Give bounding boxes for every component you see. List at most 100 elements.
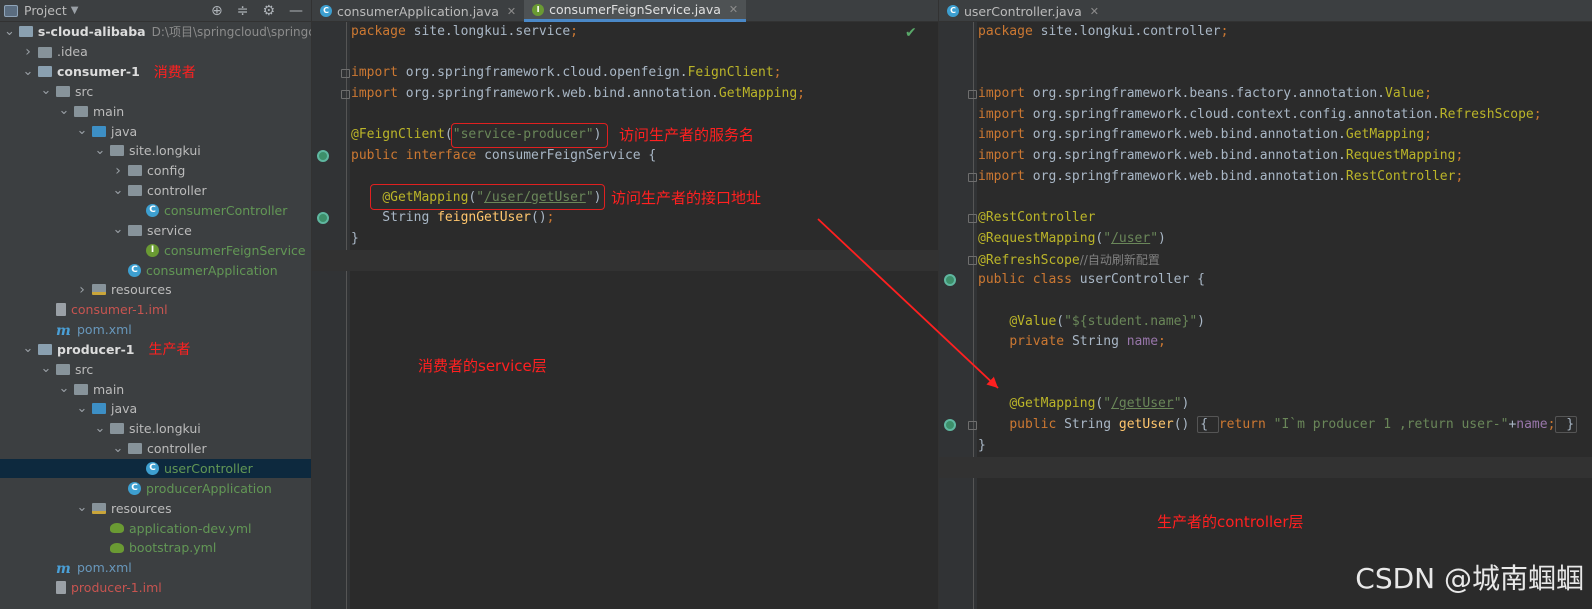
code-line: @RestController xyxy=(978,208,1592,229)
java-class-icon: C xyxy=(146,461,159,475)
fold-icon[interactable] xyxy=(968,255,977,265)
java-interface-icon: I xyxy=(532,3,545,16)
chevron-right-icon[interactable]: › xyxy=(112,163,124,179)
tree-item[interactable]: ⌄ site.longkui xyxy=(0,141,311,161)
chevron-down-icon[interactable]: ⌄ xyxy=(94,422,106,435)
code-line: import org.springframework.cloud.context… xyxy=(978,105,1592,126)
java-class-icon: C xyxy=(146,204,159,218)
hide-icon[interactable]: — xyxy=(289,3,303,19)
annotation-module-role: 消费者 xyxy=(153,64,196,81)
tree-item[interactable]: ⌄ consumer-1 消费者 xyxy=(0,62,311,82)
tree-item[interactable]: ⌄ resources xyxy=(0,498,311,518)
code-token: import xyxy=(978,127,1033,143)
code-line: import org.springframework.beans.factory… xyxy=(978,84,1592,105)
fold-icon[interactable] xyxy=(968,214,977,224)
tree-item[interactable]: CproducerApplication xyxy=(0,478,311,498)
gear-icon[interactable]: ⚙ xyxy=(262,3,275,19)
fold-icon[interactable] xyxy=(968,172,977,182)
project-title[interactable]: Project xyxy=(24,3,67,18)
code-token: //自动刷新配置 xyxy=(1079,252,1160,267)
code-token: private xyxy=(1009,334,1072,350)
code-line: @Value("${student.name}") xyxy=(978,312,1592,333)
tree-item[interactable]: ⌄ s-cloud-alibaba D:\项目\springcloud\spring… xyxy=(0,22,311,42)
code-token: ; xyxy=(1455,168,1464,184)
resources-folder-icon xyxy=(92,284,106,296)
tree-item[interactable]: IconsumerFeignService xyxy=(0,240,311,260)
tree-item[interactable]: m pom.xml xyxy=(0,320,311,340)
tree-item[interactable]: ⌄ producer-1 生产者 xyxy=(0,340,311,360)
chevron-down-icon[interactable]: ⌄ xyxy=(76,124,88,137)
code-token: ; xyxy=(1158,334,1166,350)
chevron-down-icon[interactable]: ⌄ xyxy=(112,442,124,455)
tree-item[interactable]: application-dev.yml xyxy=(0,518,311,538)
code-line: String feignGetUser(); xyxy=(351,208,938,229)
collapse-all-icon[interactable]: ≑ xyxy=(237,3,249,19)
chevron-down-icon[interactable]: ▼ xyxy=(71,5,79,16)
close-icon[interactable]: ✕ xyxy=(1090,5,1099,18)
code-token: " xyxy=(1103,230,1112,246)
tree-item[interactable]: consumer-1.iml xyxy=(0,300,311,320)
tree-item-label: resources xyxy=(111,282,172,298)
tree-item-label: service xyxy=(147,222,192,238)
chevron-down-icon[interactable]: ⌄ xyxy=(58,382,70,395)
tree-item[interactable]: ⌄ site.longkui xyxy=(0,419,311,439)
chevron-down-icon[interactable]: ⌄ xyxy=(40,362,52,375)
tree-item[interactable]: ⌄ src xyxy=(0,82,311,102)
chevron-down-icon[interactable]: ⌄ xyxy=(112,184,124,197)
editor-tabbar: CuserController.java ✕ xyxy=(939,0,1592,22)
tree-item[interactable]: ⌄ main xyxy=(0,379,311,399)
tree-item[interactable]: ⌄ controller xyxy=(0,439,311,459)
code-token: () xyxy=(531,210,547,226)
tree-item[interactable]: ⌄ main xyxy=(0,101,311,121)
tree-item[interactable]: ⌄ controller xyxy=(0,181,311,201)
chevron-down-icon[interactable]: ⌄ xyxy=(40,84,52,97)
tree-item[interactable]: CconsumerApplication xyxy=(0,260,311,280)
chevron-down-icon[interactable]: ⌄ xyxy=(22,342,34,355)
tree-item[interactable]: ⌄ java xyxy=(0,121,311,141)
tree-item[interactable]: ⌄ service xyxy=(0,220,311,240)
chevron-down-icon[interactable]: ⌄ xyxy=(22,65,34,78)
chevron-right-icon[interactable]: › xyxy=(22,44,34,60)
editor-tab[interactable]: CuserController.java ✕ xyxy=(939,0,1107,22)
chevron-down-icon[interactable]: ⌄ xyxy=(58,104,70,117)
code-line: @RefreshScope//自动刷新配置 xyxy=(978,250,1592,271)
code-area[interactable]: package site.longkui.controller; import … xyxy=(978,22,1592,456)
tree-item[interactable]: CuserController xyxy=(0,458,311,479)
chevron-right-icon[interactable]: › xyxy=(76,282,88,298)
editor-tab[interactable]: IconsumerFeignService.java ✕ xyxy=(524,0,747,22)
editor-tab[interactable]: CconsumerApplication.java ✕ xyxy=(312,0,524,22)
tree-item-label: java xyxy=(111,123,138,139)
code-token: ; xyxy=(546,210,555,226)
chevron-down-icon[interactable]: ⌄ xyxy=(112,223,124,236)
code-token: public interface xyxy=(351,148,485,164)
tree-item[interactable]: › resources xyxy=(0,280,311,300)
locate-icon[interactable]: ⊕ xyxy=(211,3,223,19)
fold-icon[interactable] xyxy=(968,421,977,431)
tree-item[interactable]: › .idea xyxy=(0,42,311,62)
close-icon[interactable]: ✕ xyxy=(507,5,516,18)
tree-item[interactable]: bootstrap.yml xyxy=(0,538,311,558)
tree-item-label: controller xyxy=(147,183,207,199)
fold-icon[interactable] xyxy=(341,90,350,100)
tree-item[interactable]: › config xyxy=(0,161,311,181)
fold-icon[interactable] xyxy=(341,69,350,79)
tree-item[interactable]: ⌄ java xyxy=(0,399,311,419)
tree-item-label: config xyxy=(147,163,186,179)
tree-item[interactable]: CconsumerController xyxy=(0,201,311,221)
chevron-down-icon[interactable]: ⌄ xyxy=(76,402,88,415)
tree-item[interactable]: ⌄ src xyxy=(0,359,311,379)
chevron-down-icon[interactable]: ⌄ xyxy=(76,501,88,514)
gutter xyxy=(939,22,977,609)
fold-icon[interactable] xyxy=(968,90,977,100)
module-folder-icon xyxy=(38,343,52,355)
close-icon[interactable]: ✕ xyxy=(729,3,738,16)
tree-item[interactable]: producer-1.iml xyxy=(0,578,311,598)
code-token: " xyxy=(1150,230,1159,246)
chevron-down-icon[interactable]: ⌄ xyxy=(94,144,106,157)
code-token: org.springframework.cloud.openfeign. xyxy=(405,65,688,81)
tree-item[interactable]: m pom.xml xyxy=(0,558,311,578)
chevron-down-icon[interactable]: ⌄ xyxy=(4,25,15,38)
package-icon xyxy=(128,185,142,197)
